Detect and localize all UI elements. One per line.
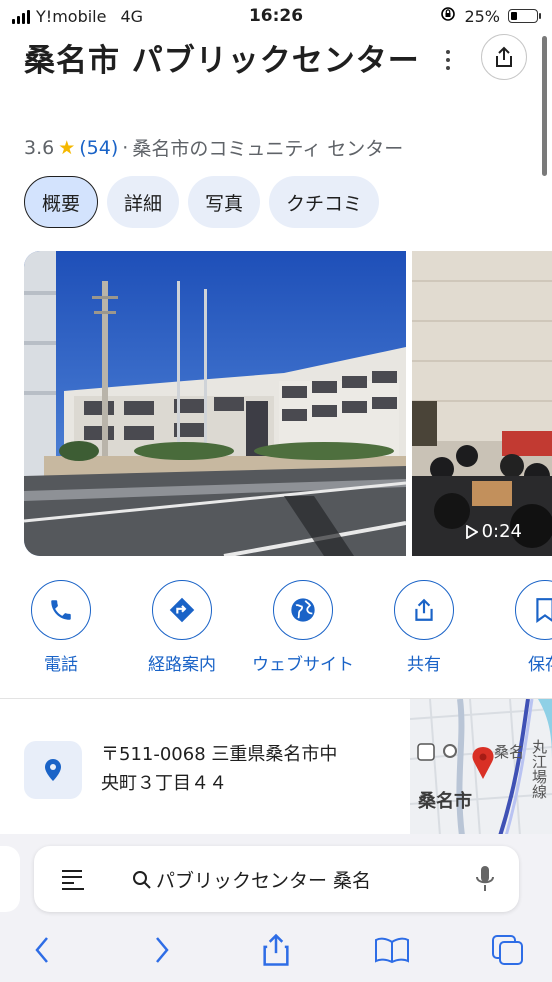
website-label: ウェブサイト — [252, 655, 354, 675]
map-thumbnail[interactable]: 桑名 丸江場線 桑名市 — [410, 699, 552, 836]
directions-label: 経路案内 — [148, 655, 216, 675]
rating-value: 3.6 — [24, 136, 55, 159]
scrollbar[interactable] — [542, 36, 547, 176]
share-icon — [415, 598, 433, 621]
book-icon — [375, 937, 409, 964]
call-label: 電話 — [44, 655, 78, 675]
place-category: 桑名市のコミュニティ センター — [132, 138, 404, 160]
tab-reviews[interactable]: クチコミ — [269, 176, 380, 228]
microphone-icon[interactable] — [475, 864, 495, 898]
search-icon — [133, 870, 151, 889]
browser-bottom-bar: パブリックセンター 桑名 — [0, 834, 552, 982]
battery-icon — [508, 9, 541, 23]
share-action[interactable]: 共有 — [369, 580, 479, 675]
share-button[interactable] — [394, 580, 454, 640]
video-duration-text: 0:24 — [481, 521, 522, 542]
chevron-left-icon — [35, 937, 48, 963]
map-city-label: 桑名市 — [418, 791, 472, 812]
address-text[interactable]: 〒511-0068 三重県桑名市中 央町３丁目４４ — [101, 740, 401, 798]
save-action[interactable]: 保存 — [490, 580, 552, 675]
page-menu-icon[interactable] — [60, 868, 86, 896]
bookmarks-button[interactable] — [372, 930, 412, 970]
directions-icon — [169, 597, 195, 623]
website-button[interactable] — [273, 580, 333, 640]
previous-tab-card[interactable] — [0, 846, 20, 912]
location-pin-icon — [45, 759, 61, 781]
phone-icon — [51, 600, 71, 620]
address-bar[interactable]: パブリックセンター 桑名 — [34, 846, 519, 912]
tab-bar: 概要 詳細 写真 クチコミ — [24, 176, 380, 228]
rating-row: 3.6 ★ (54) · 桑名市のコミュニティ センター — [24, 134, 403, 161]
status-bar: Y!mobile 4G 16:26 25% — [0, 0, 552, 34]
place-title: 桑名市 パブリックセンター — [24, 43, 420, 79]
share-icon — [263, 933, 289, 966]
search-query: パブリックセンター 桑名 — [156, 870, 372, 892]
tabs-icon — [492, 935, 523, 965]
website-action[interactable]: ウェブサイト — [248, 580, 358, 675]
review-count-link[interactable]: (54) — [79, 137, 118, 159]
tab-photos[interactable]: 写真 — [188, 176, 261, 228]
tab-overview[interactable]: 概要 — [24, 176, 99, 228]
share-icon — [496, 46, 512, 67]
share-label: 共有 — [407, 655, 441, 675]
save-button[interactable] — [515, 580, 552, 640]
tabs-button[interactable] — [488, 930, 528, 970]
call-action[interactable]: 電話 — [6, 580, 116, 675]
back-button[interactable] — [22, 930, 62, 970]
bookmark-icon — [536, 598, 552, 623]
header-share-button[interactable] — [481, 34, 527, 80]
orientation-lock-icon — [440, 6, 456, 26]
call-button[interactable] — [31, 580, 91, 640]
star-icon: ★ — [58, 136, 76, 159]
address-line-1: 〒511-0068 三重県桑名市中 — [101, 744, 338, 765]
battery-percent: 25% — [464, 6, 500, 26]
browser-toolbar — [0, 930, 552, 970]
browser-share-button[interactable] — [256, 930, 296, 970]
chevron-right-icon — [156, 937, 169, 963]
address-icon-tile — [24, 741, 82, 799]
forward-button[interactable] — [142, 930, 182, 970]
address-line-2: 央町３丁目４４ — [101, 773, 227, 794]
map-station-label: 桑名 — [494, 743, 525, 761]
globe-icon — [291, 598, 315, 622]
tab-details[interactable]: 詳細 — [107, 176, 180, 228]
video-thumbnail[interactable]: 0:24 — [412, 251, 552, 556]
save-label: 保存 — [528, 655, 552, 675]
video-duration: 0:24 — [465, 521, 522, 542]
directions-button[interactable] — [152, 580, 212, 640]
play-icon — [465, 524, 478, 539]
action-row: 電話 経路案内 ウェブサイト 共有 保存 — [0, 580, 552, 680]
address-bar-text[interactable]: パブリックセンター 桑名 — [132, 866, 371, 893]
building-photo[interactable] — [24, 251, 406, 556]
separator-dot: · — [122, 136, 129, 159]
directions-action[interactable]: 経路案内 — [127, 580, 237, 675]
more-options-button[interactable] — [434, 46, 462, 74]
map-road-label: 丸江場線 — [530, 739, 548, 799]
status-right: 25% — [440, 6, 541, 26]
